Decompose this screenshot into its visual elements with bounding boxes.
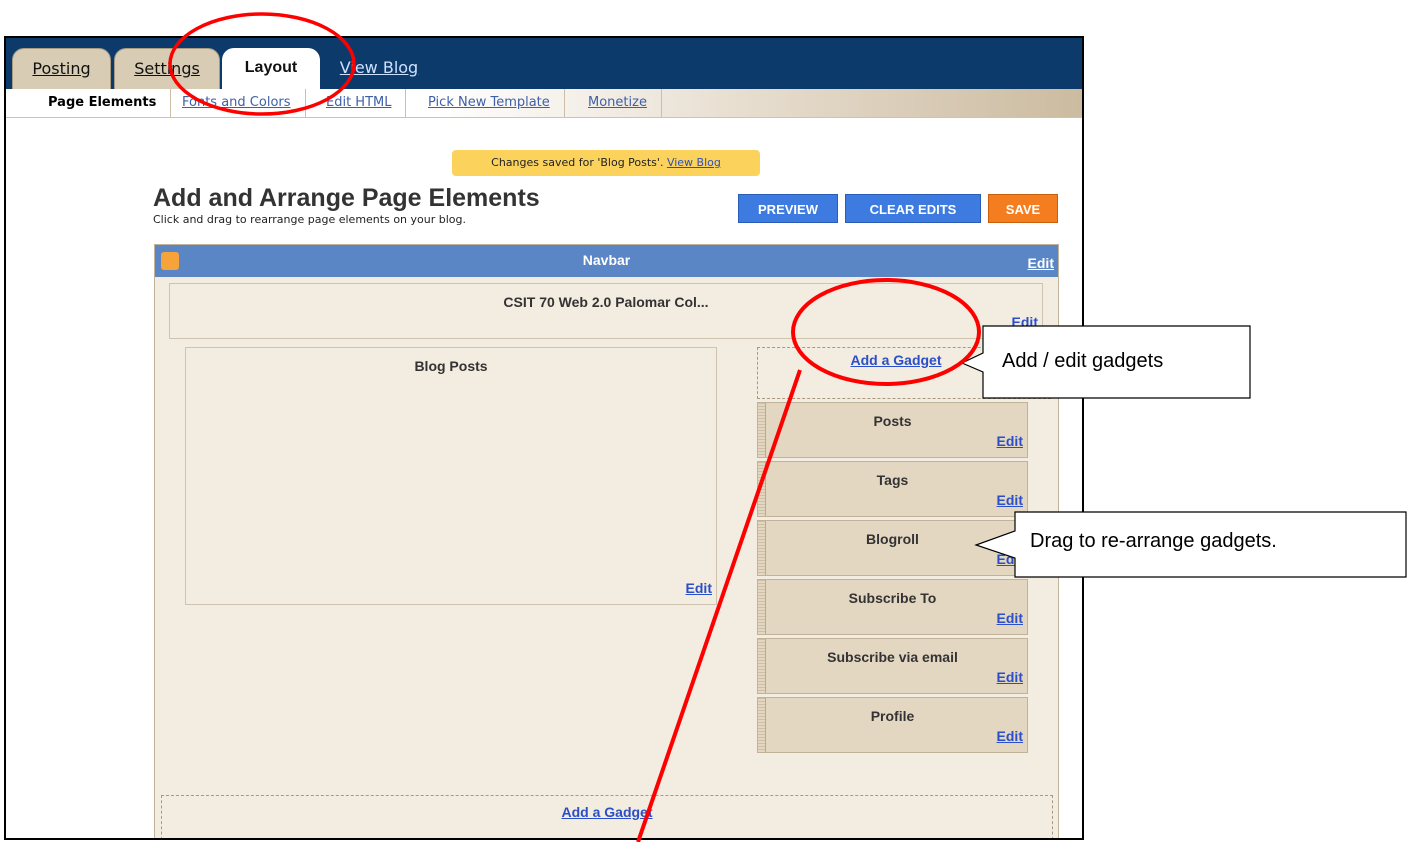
clear-edits-button[interactable]: CLEAR EDITS (845, 194, 981, 223)
subtab-pick-template[interactable]: Pick New Template (414, 89, 565, 117)
page-subtitle: Click and drag to rearrange page element… (153, 213, 466, 226)
gadget-subscribe-email[interactable]: Subscribe via email Edit (757, 638, 1028, 694)
gadget-edit-link[interactable]: Edit (997, 433, 1023, 449)
callout-drag-rearrange: Drag to re-arrange gadgets. (1016, 515, 1404, 575)
gadget-title: Blogroll (866, 531, 919, 547)
drag-handle-icon[interactable] (758, 580, 766, 634)
gadget-tags[interactable]: Tags Edit (757, 461, 1028, 517)
save-notice-text: Changes saved for 'Blog Posts'. (491, 156, 667, 169)
gadget-edit-link[interactable]: Edit (997, 492, 1023, 508)
gadget-edit-link[interactable]: Edit (997, 728, 1023, 744)
gadget-profile[interactable]: Profile Edit (757, 697, 1028, 753)
navbar-edit-link[interactable]: Edit (1028, 255, 1054, 271)
blog-posts-element[interactable]: Blog Posts Edit (185, 347, 717, 605)
subtab-edit-html[interactable]: Edit HTML (312, 89, 407, 117)
sub-tab-bar: Page Elements Fonts and Colors Edit HTML… (6, 89, 1082, 118)
save-notice: Changes saved for 'Blog Posts'. View Blo… (452, 150, 760, 176)
callout-drag-text: Drag to re-arrange gadgets. (1030, 530, 1277, 552)
callout-add-edit-gadgets: Add / edit gadgets (984, 331, 1248, 395)
tab-view-blog[interactable]: View Blog (324, 48, 434, 89)
blog-posts-edit-link[interactable]: Edit (686, 580, 712, 596)
gadget-subscribe-to[interactable]: Subscribe To Edit (757, 579, 1028, 635)
subtab-fonts-colors[interactable]: Fonts and Colors (168, 89, 306, 117)
preview-button[interactable]: PREVIEW (738, 194, 838, 223)
tab-posting[interactable]: Posting (12, 48, 111, 89)
gadget-title: Subscribe To (848, 590, 937, 606)
gadget-title: Posts (873, 413, 912, 429)
subtab-monetize[interactable]: Monetize (574, 89, 662, 117)
gadget-title: Profile (870, 708, 915, 724)
gadget-edit-link[interactable]: Edit (997, 610, 1023, 626)
gadget-title: Tags (876, 472, 909, 488)
footer-add-gadget-link[interactable]: Add a Gadget (162, 804, 1052, 820)
header-element[interactable]: CSIT 70 Web 2.0 Palomar Col... Edit (169, 283, 1043, 339)
tab-settings[interactable]: Settings (114, 48, 220, 89)
gadget-blogroll[interactable]: Blogroll Edit (757, 520, 1028, 576)
header-title: CSIT 70 Web 2.0 Palomar Col... (503, 294, 709, 310)
page-title: Add and Arrange Page Elements (153, 184, 540, 212)
drag-handle-icon[interactable] (758, 639, 766, 693)
gadget-edit-link[interactable]: Edit (997, 669, 1023, 685)
gadget-title: Subscribe via email (827, 649, 958, 665)
blogger-layout-window: Posting Settings Layout View Blog Page E… (4, 36, 1084, 840)
blog-posts-title: Blog Posts (414, 358, 488, 374)
layout-panel: Navbar Edit CSIT 70 Web 2.0 Palomar Col.… (154, 244, 1059, 838)
tab-layout[interactable]: Layout (222, 48, 320, 89)
navbar-title: Navbar (582, 252, 631, 268)
drag-handle-icon[interactable] (758, 403, 766, 457)
save-button[interactable]: SAVE (988, 194, 1058, 223)
subtab-page-elements[interactable]: Page Elements (34, 89, 172, 117)
callout-gadgets-text: Add / edit gadgets (1002, 350, 1164, 372)
footer-add-gadget-area[interactable]: Add a Gadget (161, 795, 1053, 838)
drag-handle-icon[interactable] (758, 462, 766, 516)
gadget-posts[interactable]: Posts Edit (757, 402, 1028, 458)
top-tab-bar: Posting Settings Layout View Blog (6, 38, 1082, 89)
navbar-element[interactable]: Navbar Edit (155, 245, 1058, 277)
header-edit-link[interactable]: Edit (1012, 314, 1038, 330)
notice-view-blog-link[interactable]: View Blog (667, 156, 721, 169)
drag-handle-icon[interactable] (758, 698, 766, 752)
drag-handle-icon[interactable] (758, 521, 766, 575)
